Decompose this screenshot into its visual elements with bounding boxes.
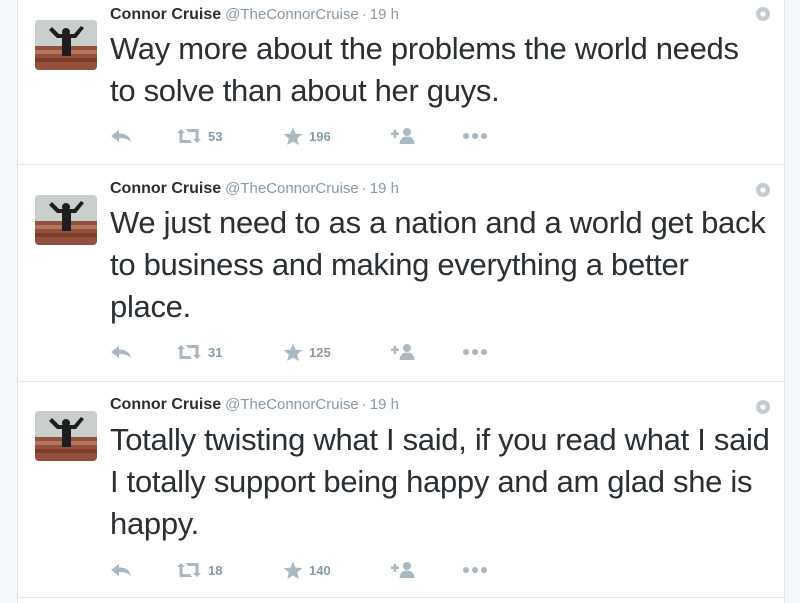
retweet-count: 53 [208, 128, 223, 144]
follow-button[interactable] [390, 341, 416, 363]
tweet-header: Connor Cruise @TheConnorCruise · 19 h [110, 180, 399, 198]
star-icon [283, 343, 303, 361]
follow-button[interactable] [390, 125, 416, 147]
favorite-count: 140 [309, 562, 331, 578]
more-button[interactable] [462, 559, 488, 581]
timestamp[interactable]: 19 h [370, 396, 399, 413]
tweet-actions: 18 140 [110, 559, 510, 581]
tweet[interactable]: Connor Cruise @TheConnorCruise · 19 h Total… [18, 381, 784, 598]
display-name[interactable]: Connor Cruise [110, 396, 221, 413]
more-dots-icon [463, 133, 487, 139]
separator: · [361, 180, 367, 197]
favorite-count: 196 [309, 128, 331, 144]
tweet-text: Way more about the problems the world ne… [110, 31, 739, 108]
tweet-header: Connor Cruise @TheConnorCruise · 19 h [110, 396, 399, 414]
retweet-icon [177, 563, 201, 577]
follow-button[interactable] [390, 559, 416, 581]
retweet-button[interactable]: 31 [176, 341, 222, 363]
retweet-button[interactable]: 18 [176, 559, 222, 581]
retweet-button[interactable]: 53 [176, 125, 222, 147]
username[interactable]: @TheConnorCruise [225, 180, 359, 197]
settings-gear-icon[interactable] [754, 398, 772, 416]
timeline: Connor Cruise @TheConnorCruise · 19 h Way m… [17, 0, 785, 603]
avatar[interactable] [35, 195, 97, 245]
retweet-count: 31 [208, 344, 223, 360]
reply-icon [111, 564, 131, 576]
reply-button[interactable] [110, 125, 132, 147]
settings-gear-icon[interactable] [754, 181, 772, 199]
separator: · [361, 6, 367, 23]
star-icon [283, 561, 303, 579]
favorite-button[interactable]: 196 [283, 125, 331, 147]
display-name[interactable]: Connor Cruise [110, 6, 221, 23]
tweet[interactable]: Connor Cruise @TheConnorCruise · 19 h Way m… [18, 0, 784, 165]
reply-button[interactable] [110, 341, 132, 363]
retweet-count: 18 [208, 562, 223, 578]
avatar[interactable] [35, 411, 97, 461]
tweet[interactable]: Connor Cruise @TheConnorCruise · 19 h We ju… [18, 165, 784, 382]
reply-icon [111, 346, 131, 358]
star-icon [283, 127, 303, 145]
tweet-actions: 31 125 [110, 341, 510, 363]
follow-user-icon [391, 128, 415, 144]
timestamp[interactable]: 19 h [370, 6, 399, 23]
more-button[interactable] [462, 341, 488, 363]
reply-icon [111, 130, 131, 142]
more-button[interactable] [462, 125, 488, 147]
follow-user-icon [391, 562, 415, 578]
tweet-header: Connor Cruise @TheConnorCruise · 19 h [110, 6, 399, 24]
favorite-button[interactable]: 140 [283, 559, 331, 581]
username[interactable]: @TheConnorCruise [225, 396, 359, 413]
settings-gear-icon[interactable] [754, 5, 772, 23]
separator: · [361, 396, 367, 413]
follow-user-icon [391, 344, 415, 360]
more-dots-icon [463, 349, 487, 355]
reply-button[interactable] [110, 559, 132, 581]
avatar[interactable] [35, 20, 97, 70]
timestamp[interactable]: 19 h [370, 180, 399, 197]
retweet-icon [177, 129, 201, 143]
display-name[interactable]: Connor Cruise [110, 180, 221, 197]
tweet-text: Totally twisting what I said, if you rea… [110, 422, 770, 541]
tweet-actions: 53 196 [110, 125, 510, 147]
favorite-button[interactable]: 125 [283, 341, 331, 363]
retweet-icon [177, 345, 201, 359]
tweet-text: We just need to as a nation and a world … [110, 205, 766, 324]
favorite-count: 125 [309, 344, 331, 360]
more-dots-icon [463, 567, 487, 573]
username[interactable]: @TheConnorCruise [225, 6, 359, 23]
